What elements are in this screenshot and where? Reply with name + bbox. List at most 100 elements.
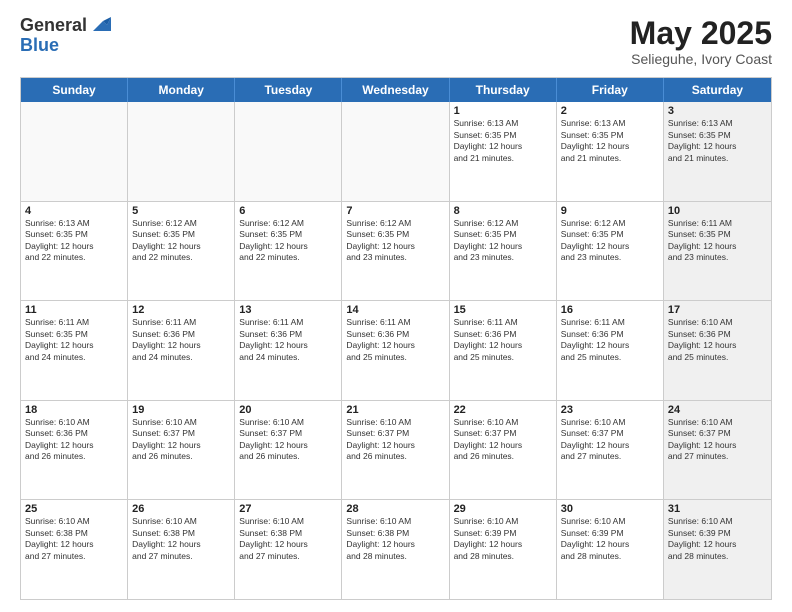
day-number: 20 <box>239 404 337 416</box>
header-friday: Friday <box>557 78 664 102</box>
calendar-cell: 4Sunrise: 6:13 AM Sunset: 6:35 PM Daylig… <box>21 202 128 301</box>
cell-info: Sunrise: 6:11 AM Sunset: 6:36 PM Dayligh… <box>346 317 444 363</box>
day-number: 7 <box>346 205 444 217</box>
page: General Blue May 2025 Selieguhe, Ivory C… <box>0 0 792 612</box>
calendar-cell: 18Sunrise: 6:10 AM Sunset: 6:36 PM Dayli… <box>21 401 128 500</box>
cell-info: Sunrise: 6:10 AM Sunset: 6:37 PM Dayligh… <box>454 417 552 463</box>
cell-info: Sunrise: 6:10 AM Sunset: 6:39 PM Dayligh… <box>668 516 767 562</box>
title-area: May 2025 Selieguhe, Ivory Coast <box>630 16 772 67</box>
cell-info: Sunrise: 6:13 AM Sunset: 6:35 PM Dayligh… <box>454 118 552 164</box>
day-number: 17 <box>668 304 767 316</box>
calendar-cell <box>128 102 235 201</box>
header-monday: Monday <box>128 78 235 102</box>
calendar-cell: 20Sunrise: 6:10 AM Sunset: 6:37 PM Dayli… <box>235 401 342 500</box>
header: General Blue May 2025 Selieguhe, Ivory C… <box>20 16 772 67</box>
calendar-cell: 26Sunrise: 6:10 AM Sunset: 6:38 PM Dayli… <box>128 500 235 599</box>
day-number: 24 <box>668 404 767 416</box>
cell-info: Sunrise: 6:10 AM Sunset: 6:38 PM Dayligh… <box>25 516 123 562</box>
cell-info: Sunrise: 6:10 AM Sunset: 6:37 PM Dayligh… <box>346 417 444 463</box>
calendar-cell: 27Sunrise: 6:10 AM Sunset: 6:38 PM Dayli… <box>235 500 342 599</box>
calendar-cell: 10Sunrise: 6:11 AM Sunset: 6:35 PM Dayli… <box>664 202 771 301</box>
cell-info: Sunrise: 6:10 AM Sunset: 6:37 PM Dayligh… <box>561 417 659 463</box>
cell-info: Sunrise: 6:10 AM Sunset: 6:37 PM Dayligh… <box>668 417 767 463</box>
day-number: 28 <box>346 503 444 515</box>
cell-info: Sunrise: 6:13 AM Sunset: 6:35 PM Dayligh… <box>25 218 123 264</box>
calendar-body: 1Sunrise: 6:13 AM Sunset: 6:35 PM Daylig… <box>21 102 771 599</box>
calendar-cell: 1Sunrise: 6:13 AM Sunset: 6:35 PM Daylig… <box>450 102 557 201</box>
cell-info: Sunrise: 6:10 AM Sunset: 6:37 PM Dayligh… <box>132 417 230 463</box>
calendar-cell <box>21 102 128 201</box>
calendar-cell: 24Sunrise: 6:10 AM Sunset: 6:37 PM Dayli… <box>664 401 771 500</box>
calendar-header: Sunday Monday Tuesday Wednesday Thursday… <box>21 78 771 102</box>
header-sunday: Sunday <box>21 78 128 102</box>
cell-info: Sunrise: 6:12 AM Sunset: 6:35 PM Dayligh… <box>239 218 337 264</box>
cell-info: Sunrise: 6:10 AM Sunset: 6:36 PM Dayligh… <box>668 317 767 363</box>
day-number: 21 <box>346 404 444 416</box>
calendar-cell: 13Sunrise: 6:11 AM Sunset: 6:36 PM Dayli… <box>235 301 342 400</box>
cell-info: Sunrise: 6:11 AM Sunset: 6:36 PM Dayligh… <box>132 317 230 363</box>
calendar-cell: 8Sunrise: 6:12 AM Sunset: 6:35 PM Daylig… <box>450 202 557 301</box>
calendar-cell: 12Sunrise: 6:11 AM Sunset: 6:36 PM Dayli… <box>128 301 235 400</box>
calendar-cell: 25Sunrise: 6:10 AM Sunset: 6:38 PM Dayli… <box>21 500 128 599</box>
calendar-row-1: 1Sunrise: 6:13 AM Sunset: 6:35 PM Daylig… <box>21 102 771 201</box>
header-saturday: Saturday <box>664 78 771 102</box>
calendar: Sunday Monday Tuesday Wednesday Thursday… <box>20 77 772 600</box>
day-number: 22 <box>454 404 552 416</box>
calendar-row-5: 25Sunrise: 6:10 AM Sunset: 6:38 PM Dayli… <box>21 499 771 599</box>
calendar-cell: 21Sunrise: 6:10 AM Sunset: 6:37 PM Dayli… <box>342 401 449 500</box>
calendar-cell: 29Sunrise: 6:10 AM Sunset: 6:39 PM Dayli… <box>450 500 557 599</box>
calendar-cell: 31Sunrise: 6:10 AM Sunset: 6:39 PM Dayli… <box>664 500 771 599</box>
day-number: 13 <box>239 304 337 316</box>
day-number: 19 <box>132 404 230 416</box>
cell-info: Sunrise: 6:10 AM Sunset: 6:38 PM Dayligh… <box>239 516 337 562</box>
calendar-cell: 5Sunrise: 6:12 AM Sunset: 6:35 PM Daylig… <box>128 202 235 301</box>
calendar-cell: 3Sunrise: 6:13 AM Sunset: 6:35 PM Daylig… <box>664 102 771 201</box>
day-number: 10 <box>668 205 767 217</box>
cell-info: Sunrise: 6:11 AM Sunset: 6:36 PM Dayligh… <box>454 317 552 363</box>
calendar-cell: 30Sunrise: 6:10 AM Sunset: 6:39 PM Dayli… <box>557 500 664 599</box>
cell-info: Sunrise: 6:12 AM Sunset: 6:35 PM Dayligh… <box>454 218 552 264</box>
cell-info: Sunrise: 6:13 AM Sunset: 6:35 PM Dayligh… <box>561 118 659 164</box>
day-number: 8 <box>454 205 552 217</box>
calendar-cell: 7Sunrise: 6:12 AM Sunset: 6:35 PM Daylig… <box>342 202 449 301</box>
logo: General Blue <box>20 16 111 56</box>
day-number: 3 <box>668 105 767 117</box>
calendar-cell: 22Sunrise: 6:10 AM Sunset: 6:37 PM Dayli… <box>450 401 557 500</box>
header-tuesday: Tuesday <box>235 78 342 102</box>
day-number: 15 <box>454 304 552 316</box>
calendar-cell: 11Sunrise: 6:11 AM Sunset: 6:35 PM Dayli… <box>21 301 128 400</box>
cell-info: Sunrise: 6:10 AM Sunset: 6:39 PM Dayligh… <box>454 516 552 562</box>
day-number: 16 <box>561 304 659 316</box>
cell-info: Sunrise: 6:10 AM Sunset: 6:38 PM Dayligh… <box>132 516 230 562</box>
cell-info: Sunrise: 6:10 AM Sunset: 6:39 PM Dayligh… <box>561 516 659 562</box>
subtitle: Selieguhe, Ivory Coast <box>630 51 772 67</box>
cell-info: Sunrise: 6:10 AM Sunset: 6:36 PM Dayligh… <box>25 417 123 463</box>
logo-blue: Blue <box>20 36 111 56</box>
day-number: 30 <box>561 503 659 515</box>
day-number: 6 <box>239 205 337 217</box>
cell-info: Sunrise: 6:11 AM Sunset: 6:35 PM Dayligh… <box>25 317 123 363</box>
cell-info: Sunrise: 6:11 AM Sunset: 6:36 PM Dayligh… <box>239 317 337 363</box>
header-wednesday: Wednesday <box>342 78 449 102</box>
logo-icon <box>89 13 111 35</box>
month-title: May 2025 <box>630 16 772 51</box>
calendar-row-4: 18Sunrise: 6:10 AM Sunset: 6:36 PM Dayli… <box>21 400 771 500</box>
calendar-cell: 23Sunrise: 6:10 AM Sunset: 6:37 PM Dayli… <box>557 401 664 500</box>
day-number: 18 <box>25 404 123 416</box>
day-number: 2 <box>561 105 659 117</box>
day-number: 14 <box>346 304 444 316</box>
calendar-cell: 2Sunrise: 6:13 AM Sunset: 6:35 PM Daylig… <box>557 102 664 201</box>
day-number: 25 <box>25 503 123 515</box>
cell-info: Sunrise: 6:12 AM Sunset: 6:35 PM Dayligh… <box>561 218 659 264</box>
cell-info: Sunrise: 6:10 AM Sunset: 6:37 PM Dayligh… <box>239 417 337 463</box>
day-number: 23 <box>561 404 659 416</box>
calendar-cell: 19Sunrise: 6:10 AM Sunset: 6:37 PM Dayli… <box>128 401 235 500</box>
calendar-cell: 17Sunrise: 6:10 AM Sunset: 6:36 PM Dayli… <box>664 301 771 400</box>
cell-info: Sunrise: 6:12 AM Sunset: 6:35 PM Dayligh… <box>132 218 230 264</box>
day-number: 1 <box>454 105 552 117</box>
calendar-cell <box>342 102 449 201</box>
calendar-cell: 14Sunrise: 6:11 AM Sunset: 6:36 PM Dayli… <box>342 301 449 400</box>
cell-info: Sunrise: 6:10 AM Sunset: 6:38 PM Dayligh… <box>346 516 444 562</box>
day-number: 29 <box>454 503 552 515</box>
day-number: 27 <box>239 503 337 515</box>
